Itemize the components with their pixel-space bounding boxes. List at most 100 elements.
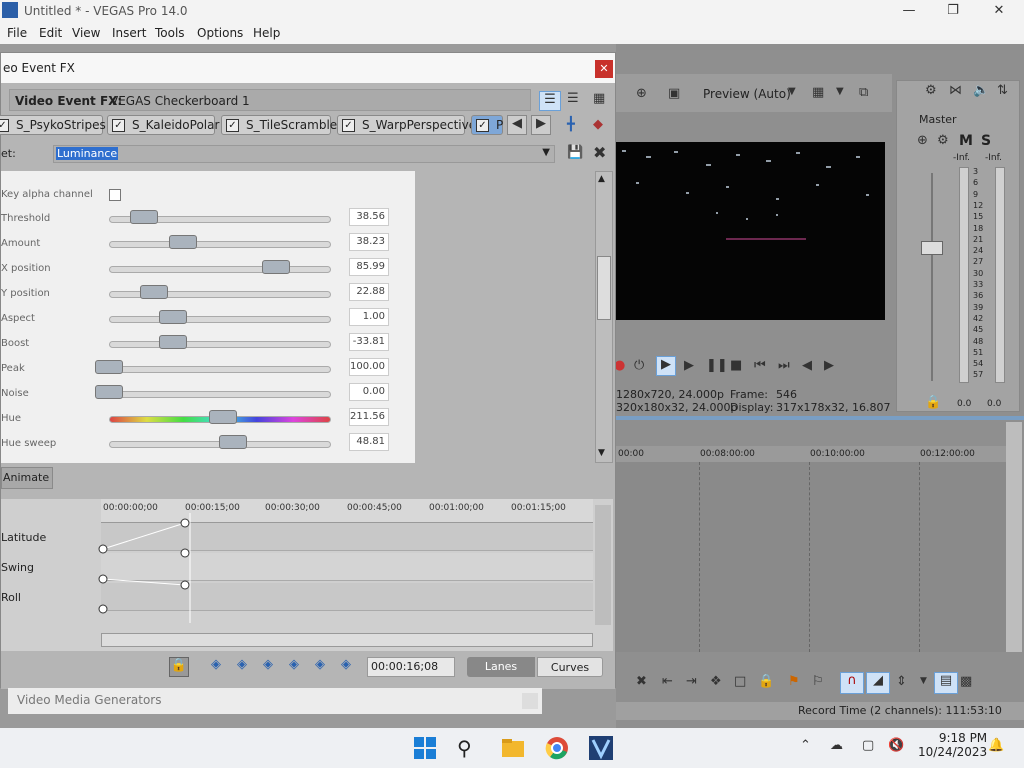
volume-muted-icon[interactable]: 🔇 [888,738,904,753]
param-slider-track[interactable] [109,341,331,348]
delete-keyframe-icon[interactable]: ◈ [341,657,351,672]
param-value[interactable]: 38.23 [349,233,389,251]
param-value[interactable]: 1.00 [349,308,389,326]
menu-tools[interactable]: Tools [155,26,185,40]
param-slider-thumb[interactable] [159,335,188,349]
animate-button[interactable]: Animate [1,467,53,489]
pause-button[interactable]: ❚❚ [706,358,728,373]
param-slider-thumb[interactable] [129,210,158,224]
lock-envelope-to-events-icon[interactable]: ▤ [934,672,958,694]
chevron-up-icon[interactable]: ⌃ [800,738,811,753]
last-keyframe-icon[interactable]: ◈ [289,657,299,672]
split-screen-icon[interactable]: ⊕ [636,86,647,101]
menu-edit[interactable]: Edit [39,26,62,40]
param-value[interactable]: 48.81 [349,433,389,451]
menu-help[interactable]: Help [253,26,280,40]
grid-icon[interactable]: ▦ [812,85,824,100]
checkbox-icon[interactable]: ✓ [226,119,239,132]
minimize-button[interactable]: — [897,2,921,20]
param-slider-thumb[interactable] [139,285,168,299]
curves-toggle[interactable]: Curves [537,657,603,677]
close-icon[interactable]: ✕ [595,60,613,78]
param-slider-track[interactable] [109,366,331,373]
chevron-down-icon[interactable]: ▼ [788,86,796,97]
checkbox-icon[interactable]: ✓ [0,119,9,132]
go-to-end-button[interactable]: ⏭ [778,358,790,373]
param-value[interactable]: 0.00 [349,383,389,401]
preview-quality-select[interactable]: Preview (Auto) [703,87,791,101]
chevron-down-icon[interactable]: ▼ [542,147,550,158]
param-value[interactable]: 22.88 [349,283,389,301]
save-preset-icon[interactable]: 💾 [567,145,583,160]
param-value[interactable]: -33.81 [349,333,389,351]
keyframe-timecode[interactable]: 00:00:16;08 [367,657,455,677]
param-slider-thumb[interactable] [261,260,290,274]
keyframe-horizontal-scrollbar[interactable] [101,633,593,647]
parameter-scrollbar[interactable]: ▲ ▼ [595,171,613,463]
fx-chip[interactable]: ✓ S_TileScramble [221,115,337,135]
play-button[interactable]: ▶ [684,358,694,373]
lock-envelopes-icon[interactable]: 🔒 [758,674,774,689]
checkbox-icon[interactable]: ✓ [476,119,489,132]
fx-chip[interactable]: ✓ S_PsykoStripes [0,115,106,135]
checkbox-icon[interactable]: ✓ [342,119,355,132]
fx-chip[interactable]: ✓ S_WarpPerspective [337,115,476,135]
param-slider-track[interactable] [109,266,331,273]
chevron-down-icon[interactable]: ▼ [920,676,927,686]
key-alpha-checkbox[interactable] [109,189,121,201]
scroll-down-icon[interactable]: ▼ [598,448,605,458]
display-icon[interactable]: ▢ [862,738,874,753]
play-from-start-button[interactable]: ▶ [656,356,676,376]
cloud-icon[interactable]: ☁ [830,738,843,753]
gear-icon[interactable]: ⚙ [925,83,937,98]
chevron-right-icon[interactable]: ▶ [531,115,551,135]
snapping-icon[interactable]: ∩ [840,672,864,694]
param-slider-thumb[interactable] [159,310,188,324]
delete-icon[interactable]: ✖ [636,674,647,689]
lock-icon[interactable]: 🔒 [925,395,941,410]
go-to-start-button[interactable]: ⏮ [754,358,766,373]
menu-view[interactable]: View [72,26,100,40]
fx-icon[interactable]: ⚙ [937,133,949,148]
event-pan-crop-icon[interactable]: ▩ [960,674,972,689]
video-media-generators-panel[interactable]: Video Media Generators [8,688,542,714]
param-slider-thumb[interactable] [95,360,123,374]
search-icon[interactable]: ⚲ [457,736,481,760]
param-slider-track[interactable] [109,391,331,398]
next-frame-button[interactable]: ▶ [824,358,834,373]
master-fader[interactable] [921,241,943,255]
scroll-up-icon[interactable]: ▲ [598,174,605,184]
loop-icon[interactable]: ⏻ [634,358,644,373]
panel-close-icon[interactable] [522,693,538,709]
param-value[interactable]: 211.56 [349,408,389,426]
param-slider-thumb[interactable] [95,385,123,399]
overlay-icon[interactable]: ▣ [668,86,680,101]
param-value[interactable]: 100.00 [349,358,389,376]
split-icon[interactable]: ❖ [710,674,722,689]
channel-icon[interactable]: ⋈ [949,83,962,98]
timeline-vertical-scrollbar[interactable] [1006,422,1022,652]
ripple-mode-icon[interactable]: ⇕ [896,674,907,689]
trim-start-icon[interactable]: ⇤ [662,674,673,689]
lock-icon[interactable]: 🔒 [169,657,189,677]
grid-view-icon[interactable]: ▦ [593,91,605,106]
menu-file[interactable]: File [7,26,27,40]
restore-button[interactable]: ❐ [941,2,965,20]
mute-button[interactable]: M [959,133,973,149]
param-slider-track[interactable] [109,241,331,248]
param-value[interactable]: 38.56 [349,208,389,226]
chevron-down-icon[interactable]: ▼ [836,86,844,97]
system-clock[interactable]: 9:18 PM 10/24/2023 [918,731,987,759]
list-view-icon[interactable]: ☰ [539,91,561,111]
chrome-icon[interactable] [545,736,569,760]
stop-button[interactable]: ■ [730,358,742,373]
downmix-icon[interactable]: ⇅ [997,83,1008,98]
windows-start-icon[interactable] [413,736,437,760]
copy-snapshot-icon[interactable]: ⧉ [859,85,868,100]
add-keyframe-icon[interactable]: ◈ [315,657,325,672]
remove-plugin-icon[interactable]: ◆ [593,117,603,132]
next-keyframe-icon[interactable]: ◈ [263,657,273,672]
checkbox-icon[interactable]: ✓ [112,119,125,132]
ignore-grouping-icon[interactable]: □ [734,674,746,689]
param-slider-thumb[interactable] [168,235,197,249]
